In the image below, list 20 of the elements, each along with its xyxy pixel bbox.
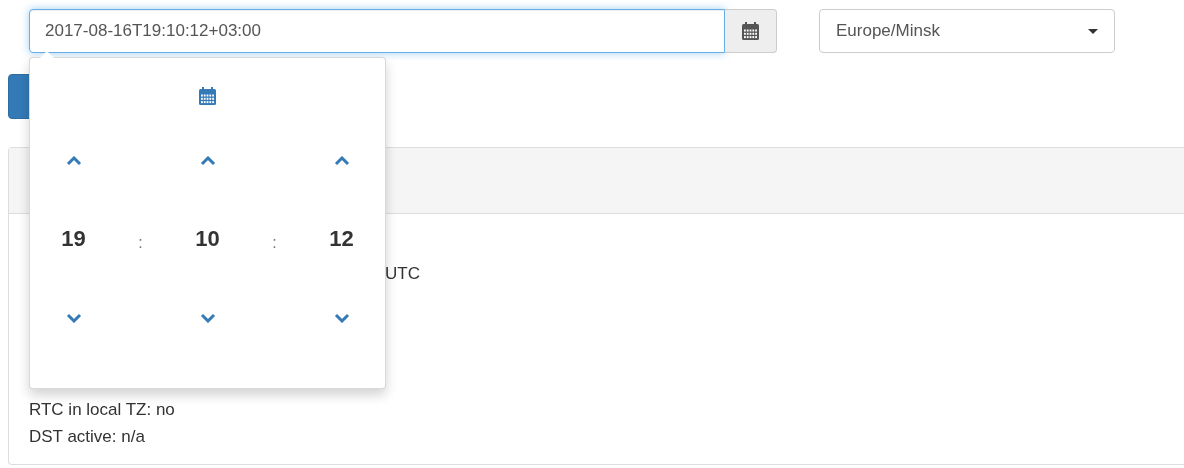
time-value[interactable]: 12: [329, 226, 354, 252]
time-separator: :: [137, 232, 144, 253]
chevron-up-icon: [65, 156, 82, 166]
info-line: RTC in local TZ: no: [29, 399, 175, 421]
chevron-down-icon: [333, 313, 350, 323]
calendar-icon: [741, 21, 760, 41]
calendar-button[interactable]: [725, 9, 777, 53]
chevron-up-icon: [333, 156, 350, 166]
caret-icon: [1088, 28, 1098, 34]
time-value[interactable]: 19: [61, 226, 86, 252]
datetime-input[interactable]: 2017-08-16T19:10:12+03:00: [29, 9, 725, 53]
chevron-up-icon: [199, 156, 216, 166]
timezone-select[interactable]: Europe/Minsk: [819, 9, 1115, 53]
chevron-down-icon: [65, 313, 82, 323]
time-value[interactable]: 10: [195, 226, 220, 252]
time-separator: :: [271, 232, 278, 253]
calendar-icon: [198, 86, 217, 106]
info-line: UTC: [385, 263, 420, 285]
chevron-down-icon: [199, 313, 216, 323]
info-line: DST active: n/a: [29, 426, 145, 448]
